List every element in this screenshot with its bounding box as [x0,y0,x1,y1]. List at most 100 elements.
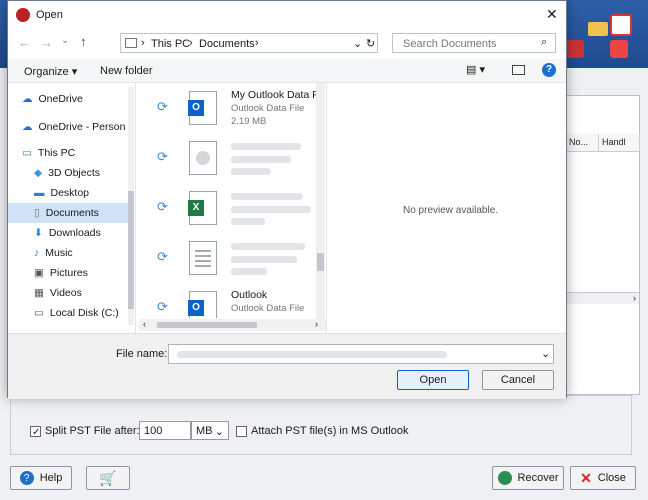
file-item[interactable]: ⟳ [139,135,319,181]
file-list-scrollbar[interactable] [316,83,325,319]
attach-checkbox[interactable] [236,425,247,437]
help-icon[interactable]: ? [542,63,556,77]
blurred-text [231,168,271,175]
chevron-left-icon[interactable]: ‹ [143,319,146,329]
music-icon: ♪ [34,247,40,259]
text-file-icon [189,241,217,275]
nav-item-desktop[interactable]: ▬ Desktop [8,183,128,203]
split-checkbox[interactable] [30,425,41,437]
dialog-bottom-area: File name: ⌄ Open Cancel [8,333,566,399]
attach-option[interactable]: Attach PST file(s) in MS Outlook [236,425,409,437]
refresh-icon[interactable]: ↻ [366,37,375,50]
file-name-input[interactable]: ⌄ [168,344,554,364]
search-input[interactable]: Search Documents ⌕ [392,33,556,53]
nav-item-onedrive-personal[interactable]: ☁ OneDrive - Person [8,117,128,137]
preview-pane-icon[interactable] [512,65,525,75]
blurred-filename [177,351,447,358]
nav-label: Local Disk (C:) [49,307,119,319]
horizontal-scrollbar[interactable]: › [561,292,639,304]
search-icon[interactable]: ⌕ [541,36,547,49]
nav-item-pictures[interactable]: ▣ Pictures [8,263,128,283]
file-type: Outlook Data File [231,303,305,314]
blurred-text [231,143,301,150]
nav-label: OneDrive - Person [38,121,126,133]
file-name: Outlook [231,289,268,301]
sync-icon: ⟳ [157,249,168,264]
cloud-icon: ☁ [22,121,33,133]
up-arrow-icon[interactable]: ↑ [80,34,87,49]
chevron-right-icon[interactable]: › [315,319,318,329]
disc-icon [189,141,217,175]
breadcrumb-this-pc[interactable]: This PC [151,38,190,50]
nav-item-this-pc[interactable]: ▭ This PC [8,143,128,163]
dialog-title: Open [36,9,63,21]
scrollbar-thumb[interactable] [317,253,324,271]
nav-item-downloads[interactable]: ⬇ Downloads [8,223,128,243]
close-button[interactable]: ✕ Close [570,466,636,490]
nav-scrollbar-thumb[interactable] [128,191,134,309]
nav-label: OneDrive [38,93,83,105]
document-icon: ▯ [34,207,40,219]
nav-item-videos[interactable]: ▦ Videos [8,283,128,303]
cart-icon: 🛒 [99,469,117,486]
file-type: Outlook Data File [231,103,305,114]
chevron-down-icon[interactable]: ⌄ [353,37,362,50]
nav-item-onedrive[interactable]: ☁ OneDrive [8,89,128,109]
file-item[interactable]: ⟳ X [139,185,319,231]
new-folder-button[interactable]: New folder [100,65,153,77]
blurred-text [231,243,305,250]
recent-chevron-icon[interactable]: ⌄ [61,35,69,46]
file-name-label: File name: [116,348,168,360]
nav-item-music[interactable]: ♪ Music [8,243,128,263]
cart-button[interactable]: 🛒 [86,466,130,490]
cancel-button[interactable]: Cancel [482,370,554,390]
nav-label: Documents [45,207,99,219]
recover-button[interactable]: Recover [492,466,564,490]
preview-message: No preview available. [403,205,499,216]
organize-label: Organize [24,66,69,78]
nav-item-local-disk[interactable]: ▭ Local Disk (C:) [8,303,128,323]
help-icon: ? [19,471,34,485]
file-size: 2.19 MB [231,116,267,127]
file-item[interactable]: ⟳ [139,235,319,281]
sync-icon: ⟳ [157,199,168,214]
split-size-input[interactable]: 100 [139,421,191,440]
address-bar[interactable]: › This PC › Documents › ⌄ ↻ [120,33,378,53]
video-icon: ▦ [34,287,44,299]
sync-icon: ⟳ [157,149,168,164]
hscroll-thumb[interactable] [157,322,257,328]
nav-item-documents[interactable]: ▯ Documents [8,203,128,223]
nav-item-3d-objects[interactable]: ◆ 3D Objects [8,163,128,183]
organize-menu[interactable]: Organize ▾ [24,65,77,78]
cloud-icon: ☁ [22,93,33,105]
open-dialog: Open ✕ ← → ⌄ ↑ › This PC › Documents › ⌄… [7,0,567,399]
view-options-icon[interactable]: ▤ ▾ [466,63,485,76]
file-item[interactable]: ⟳ O My Outlook Data F Outlook Data File … [139,85,319,131]
cube-icon: ◆ [34,167,43,179]
desktop-icon: ▬ [34,187,45,199]
preview-pane: No preview available. [326,83,566,333]
breadcrumb-documents[interactable]: Documents [199,38,255,50]
app-icon [566,40,584,58]
open-button[interactable]: Open [397,370,469,390]
breadcrumb-separator: › [255,37,259,49]
file-name: My Outlook Data F [231,89,319,101]
column-header-handle[interactable]: Handl [599,134,640,152]
close-icon[interactable]: ✕ [546,6,558,23]
recover-label: Recover [517,472,559,484]
forward-arrow-icon[interactable]: → [40,35,53,50]
file-item[interactable]: ⟳ O Outlook Outlook Data File [139,285,319,318]
blurred-text [231,206,311,213]
envelope-icon [588,22,608,36]
back-arrow-icon[interactable]: ← [18,35,31,50]
help-button[interactable]: ? Help [10,466,72,490]
split-unit-select[interactable]: MB ⌄ [191,421,229,440]
close-icon: ✕ [580,469,592,486]
nav-scrollbar[interactable] [128,87,134,325]
breadcrumb-separator: › [141,37,145,49]
file-list-hscroll[interactable]: ‹ › [139,319,326,331]
split-option[interactable]: Split PST File after: [30,425,140,437]
navigation-pane: ☁ OneDrive ☁ OneDrive - Person ▭ This PC ◆ 3… [8,83,136,333]
chevron-down-icon[interactable]: ⌄ [541,347,550,360]
dialog-toolbar: Organize ▾ New folder ▤ ▾ ? [8,59,566,83]
